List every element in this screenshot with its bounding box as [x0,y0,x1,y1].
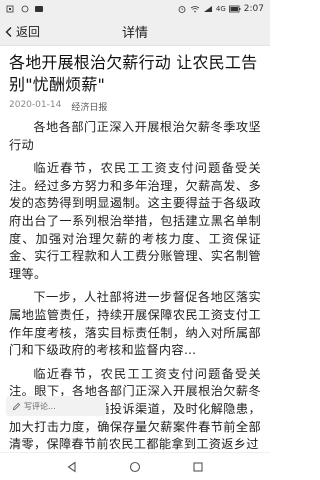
comment-input[interactable]: 写评论... [6,396,106,416]
battery-icon [228,5,241,13]
home-circle-icon[interactable] [125,457,145,477]
article-paragraph: 各地各部门正深入开展根治欠薪冬季攻坚行动 [9,120,261,152]
notification-icon [20,5,30,13]
back-button[interactable]: 返回 [0,18,90,46]
signal-icon [203,5,213,13]
chevron-left-icon [4,26,16,38]
network-type-label: 4G [215,5,226,13]
wifi-icon [190,5,200,13]
comment-placeholder: 写评论... [24,401,56,411]
article-paragraph: 下一步，人社部将进一步督促各地区落实属地监管责任，持续开展保障农民工资支付工作年… [9,290,261,358]
article-source: 经济日报 [71,103,108,113]
article-paragraph: 临近春节，农民工工资支付问题备受关注。经过多方努力和多年治理，欠薪高发、多发的态… [9,161,261,281]
app-icon [34,5,44,13]
article-date: 2020-01-14 [9,100,62,110]
back-triangle-icon[interactable] [62,457,82,477]
article-headline: 各地开展根治欠薪行动 让农民工告别"忧酬烦薪" [9,53,258,94]
back-label: 返回 [16,25,41,39]
recents-square-icon[interactable] [188,457,208,477]
article-content[interactable]: 各地开展根治欠薪行动 让农民工告别"忧酬烦薪" 2020-01-14 经济日报 … [0,46,270,452]
system-navigation-bar [0,452,270,480]
clock-time: 2:07 [243,4,264,14]
status-bar: 4G 2:07 [0,0,270,18]
article-meta: 2020-01-14 经济日报 [9,100,261,113]
top-navigation-bar: 返回 详情 [0,18,270,46]
sim-icon [6,5,16,13]
pencil-icon [12,402,24,411]
alarm-icon [177,5,187,13]
status-left [6,5,44,13]
status-right: 4G 2:07 [177,4,264,14]
